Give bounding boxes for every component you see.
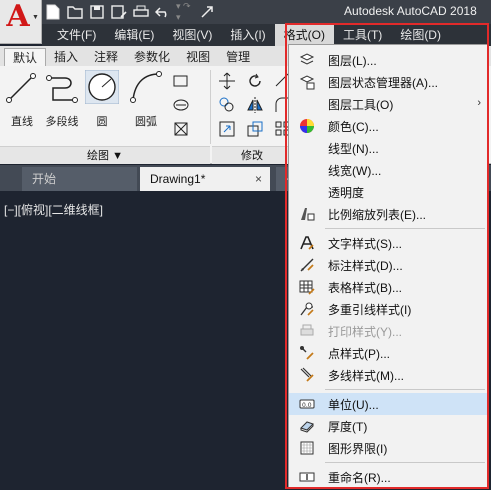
menu-separator [325, 389, 485, 390]
layer-states-icon [298, 73, 316, 91]
point-style-icon [298, 344, 316, 362]
menu-item-units[interactable]: 0.0 单位(U)... [289, 393, 487, 415]
panel-separator [210, 70, 211, 144]
menu-bar: 文件(F) 编辑(E) 视图(V) 插入(I) 格式(O) 工具(T) 绘图(D… [42, 24, 491, 46]
submenu-arrow-icon: › [477, 97, 481, 109]
menu-view[interactable]: 视图(V) [163, 24, 221, 46]
menu-item-thickness[interactable]: 厚度(T) [289, 415, 487, 437]
quick-access-toolbar: ▾ ↷ ▾ [44, 1, 216, 22]
table-style-icon [298, 278, 316, 296]
tab-drawing1-label: Drawing1* [150, 172, 206, 186]
menu-file[interactable]: 文件(F) [48, 24, 105, 46]
dim-style-icon [298, 256, 316, 274]
menu-item-layer-tools[interactable]: 图层工具(O) › [289, 93, 487, 115]
thickness-icon [298, 417, 316, 435]
rectangle-icon[interactable] [172, 72, 190, 90]
menu-item-table-style[interactable]: 表格样式(B)... [289, 276, 487, 298]
autocad-logo-icon: A [6, 0, 30, 34]
save-icon[interactable] [88, 3, 106, 21]
close-icon[interactable]: × [255, 167, 262, 191]
scale-list-icon [298, 205, 316, 223]
region-icon[interactable] [172, 120, 190, 138]
draw-panel-title[interactable]: 绘图 ▼ [0, 146, 210, 164]
circle-tool[interactable]: 圆 [82, 69, 122, 129]
menu-item-rename[interactable]: 重命名(R)... [289, 466, 487, 488]
polyline-tool[interactable]: 多段线 [42, 70, 82, 129]
menu-item-text-style[interactable]: 文字样式(S)... [289, 232, 487, 254]
circle-icon [84, 69, 120, 105]
menu-item-transparency[interactable]: 透明度 [289, 181, 487, 203]
ribbon-tab-manage[interactable]: 管理 [218, 48, 258, 66]
tab-drawing1[interactable]: Drawing1* × [140, 167, 270, 191]
ribbon-tab-insert[interactable]: 插入 [46, 48, 86, 66]
menu-tools[interactable]: 工具(T) [334, 24, 391, 46]
undo-icon[interactable] [154, 3, 172, 21]
menu-item-scale-list[interactable]: 比例缩放列表(E)... [289, 203, 487, 225]
ribbon-tab-annotate[interactable]: 注释 [86, 48, 126, 66]
save-as-icon[interactable] [110, 3, 128, 21]
chevron-down-icon: ▼ [32, 14, 39, 21]
arc-icon [130, 71, 162, 103]
menu-item-point-style[interactable]: 点样式(P)... [289, 342, 487, 364]
menu-item-lineweight[interactable]: 线宽(W)... [289, 159, 487, 181]
menu-item-mleader-style[interactable]: 多重引线样式(I) [289, 298, 487, 320]
application-menu-button[interactable]: A ▼ [0, 0, 42, 44]
menu-item-layer[interactable]: 图层(L)... [289, 49, 487, 71]
modify-panel-title[interactable]: 修改 [212, 146, 292, 164]
ribbon-tab-default[interactable]: 默认 [4, 48, 47, 66]
viewport-controls[interactable]: [−][俯视][二维线框] [4, 201, 103, 218]
copy-icon[interactable] [218, 96, 236, 114]
rename-icon [298, 468, 316, 486]
limits-icon [298, 439, 316, 457]
menu-item-color[interactable]: 颜色(C)... [289, 115, 487, 137]
scale-icon[interactable] [246, 120, 264, 138]
mline-style-icon [298, 366, 316, 384]
line-icon [6, 73, 36, 103]
svg-text:0.0: 0.0 [302, 402, 312, 409]
new-icon[interactable] [44, 3, 62, 21]
print-icon[interactable] [132, 3, 150, 21]
open-icon[interactable] [66, 3, 84, 21]
hatch-icon[interactable] [172, 96, 190, 114]
line-tool[interactable]: 直线 [2, 70, 42, 129]
mleader-style-icon [298, 300, 316, 318]
color-wheel-icon [298, 117, 316, 135]
menu-item-limits[interactable]: 图形界限(I) [289, 437, 487, 459]
menu-format[interactable]: 格式(O) [274, 24, 334, 46]
ribbon-tab-parametric[interactable]: 参数化 [126, 48, 178, 66]
plot-style-icon [298, 322, 316, 340]
move-icon[interactable] [218, 72, 236, 90]
menu-draw[interactable]: 绘图(D) [391, 24, 450, 46]
units-icon: 0.0 [298, 395, 316, 413]
text-style-icon [298, 234, 316, 252]
menu-item-layer-states[interactable]: 图层状态管理器(A)... [289, 71, 487, 93]
app-title: Autodesk AutoCAD 2018 [344, 4, 477, 18]
menu-item-dim-style[interactable]: 标注样式(D)... [289, 254, 487, 276]
menu-item-plot-style: 打印样式(Y)... [289, 320, 487, 342]
menu-insert[interactable]: 插入(I) [221, 24, 274, 46]
menu-separator [325, 462, 485, 463]
menu-edit[interactable]: 编辑(E) [105, 24, 163, 46]
menu-item-mline-style[interactable]: 多线样式(M)... [289, 364, 487, 386]
format-menu: 图层(L)... 图层状态管理器(A)... 图层工具(O) › 颜色(C)..… [288, 44, 488, 488]
menu-item-linetype[interactable]: 线型(N)... [289, 137, 487, 159]
stretch-icon[interactable] [218, 120, 236, 138]
tab-start[interactable]: 开始 [22, 167, 137, 191]
mirror-icon[interactable] [246, 96, 264, 114]
redo-icon[interactable]: ▾ ↷ ▾ [176, 1, 194, 22]
layers-icon [298, 51, 316, 69]
menu-separator [325, 228, 485, 229]
polyline-icon [46, 75, 78, 103]
rotate-icon[interactable] [246, 72, 264, 90]
arc-tool[interactable]: 圆弧 [126, 70, 166, 129]
ribbon-tab-view[interactable]: 视图 [178, 48, 218, 66]
share-icon[interactable] [198, 3, 216, 21]
